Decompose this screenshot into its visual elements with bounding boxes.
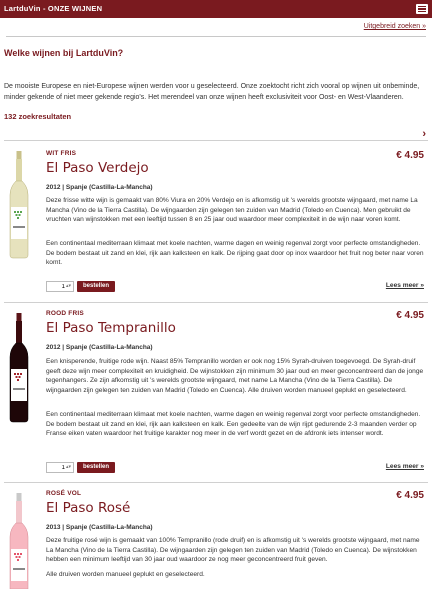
divider <box>6 36 426 38</box>
advanced-search-link[interactable]: Uitgebreid zoeken » <box>364 23 426 30</box>
bottle-image-red[interactable] <box>8 313 30 423</box>
product-price: € 4.95 <box>396 490 424 502</box>
product-origin: 2012 | Spanje (Castilla-La-Mancha) <box>46 184 153 192</box>
product-origin: 2013 | Spanje (Castilla-La-Mancha) <box>46 524 153 532</box>
product-description: Een knisperende, fruitige rode wijn. Naa… <box>46 358 424 394</box>
product-card: ROOD FRIS El Paso Tempranillo € 4.95 201… <box>4 303 428 484</box>
product-price: € 4.95 <box>396 310 424 322</box>
product-name[interactable]: El Paso Rosé <box>46 499 130 519</box>
order-button[interactable]: bestellen <box>77 462 116 474</box>
product-category: ROSÉ VOL <box>46 490 82 498</box>
product-description-extra: Alle druiven worden manueel geplukt en g… <box>46 571 205 579</box>
menu-icon[interactable] <box>416 4 428 14</box>
app-title: LartduVin - ONZE WIJNEN <box>4 3 103 13</box>
top-bar: LartduVin - ONZE WIJNEN <box>0 0 432 18</box>
bottle-image-rose[interactable] <box>8 493 30 590</box>
product-name[interactable]: El Paso Verdejo <box>46 159 149 179</box>
product-price: € 4.95 <box>396 150 424 162</box>
page-title: Welke wijnen bij LartduVin? <box>4 48 124 59</box>
quantity-stepper[interactable]: ▴▾ <box>46 281 74 293</box>
product-origin: 2012 | Spanje (Castilla-La-Mancha) <box>46 344 153 352</box>
product-description: Deze fruitige rosé wijn is gemaakt van 1… <box>46 537 420 564</box>
order-button[interactable]: bestellen <box>77 281 116 293</box>
product-card: WIT FRIS El Paso Verdejo € 4.95 2012 | S… <box>4 141 428 304</box>
product-card: ROSÉ VOL El Paso Rosé € 4.95 2013 | Span… <box>4 483 428 590</box>
product-category: ROOD FRIS <box>46 310 84 318</box>
product-description: Deze frisse witte wijn is gemaakt van 80… <box>46 197 418 224</box>
product-category: WIT FRIS <box>46 150 77 158</box>
read-more-link[interactable]: Lees meer » <box>386 281 424 291</box>
stepper-arrows-icon[interactable]: ▴▾ <box>66 464 71 471</box>
quantity-input[interactable] <box>49 464 65 471</box>
stepper-arrows-icon[interactable]: ▴▾ <box>66 283 71 290</box>
advanced-search: Uitgebreid zoeken » <box>0 18 432 32</box>
intro-text: De mooiste Europese en niet-Europese wij… <box>4 83 420 101</box>
read-more-link[interactable]: Lees meer » <box>386 462 424 472</box>
product-description-extra: Een continentaal mediterraan klimaat met… <box>46 411 421 438</box>
result-count: 132 zoekresultaten <box>4 112 72 122</box>
product-name[interactable]: El Paso Tempranillo <box>46 319 176 339</box>
quantity-stepper[interactable]: ▴▾ <box>46 462 74 474</box>
order-row: ▴▾ bestellen <box>46 281 116 293</box>
order-row: ▴▾ bestellen <box>46 462 116 474</box>
quantity-input[interactable] <box>49 283 65 290</box>
bottle-image-white[interactable] <box>8 151 30 259</box>
product-description-extra: Een continentaal mediterraan klimaat met… <box>46 240 424 267</box>
pagination-bar: › <box>4 128 428 142</box>
